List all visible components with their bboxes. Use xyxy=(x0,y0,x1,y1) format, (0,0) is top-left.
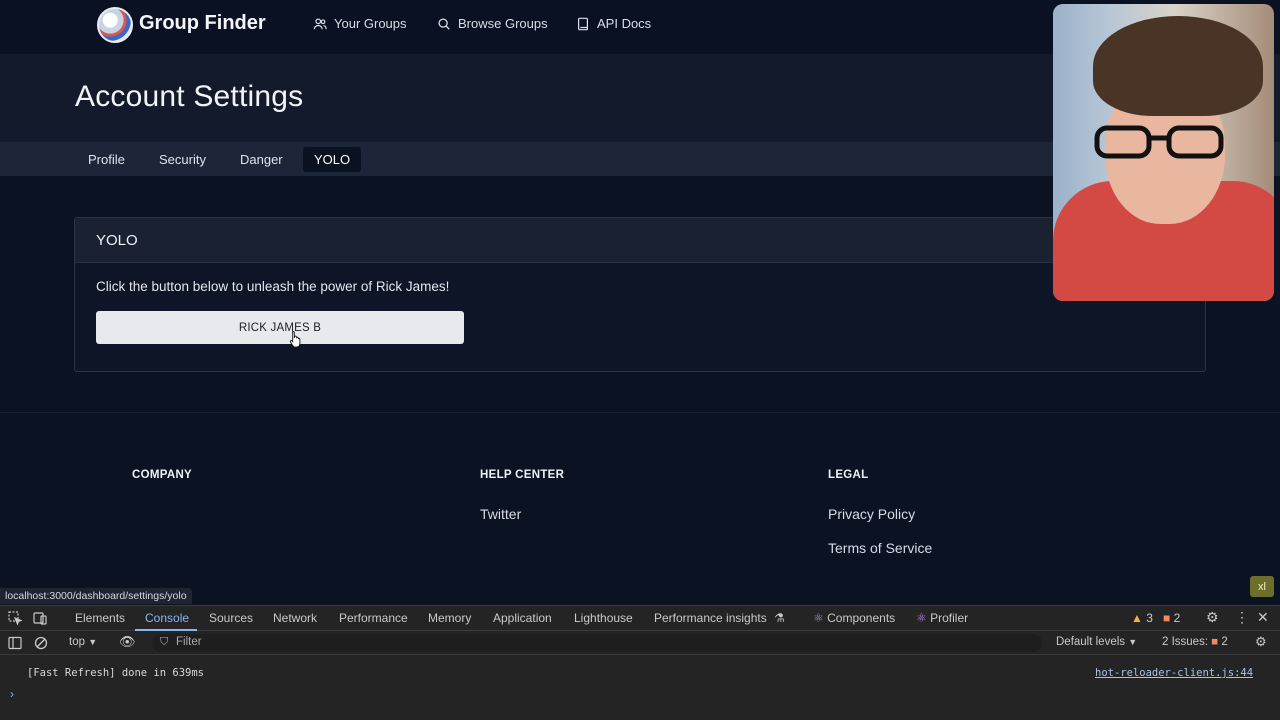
react-icon: ⚛ xyxy=(916,611,927,625)
issue-icon: ■ xyxy=(1211,636,1219,648)
brand-logo[interactable] xyxy=(97,7,133,43)
card-description: Click the button below to unleash the po… xyxy=(96,279,450,294)
flask-icon: ⚗ xyxy=(774,611,785,625)
tab-label: Components xyxy=(827,611,896,625)
hand-cursor-icon xyxy=(289,331,301,348)
devtools-tab-application[interactable]: Application xyxy=(493,611,552,625)
devtools-tab-performance[interactable]: Performance xyxy=(339,611,408,625)
devtools-tab-components[interactable]: ⚛ Components xyxy=(813,611,895,625)
errors-count: 2 xyxy=(1173,611,1181,625)
nav-link-your-groups[interactable]: Your Groups xyxy=(313,16,407,31)
log-levels-select[interactable]: Default levels ▼ xyxy=(1056,636,1137,648)
clear-console-icon[interactable] xyxy=(34,636,48,650)
nav-link-label: Browse Groups xyxy=(458,16,548,31)
console-source-link[interactable]: hot-reloader-client.js:44 xyxy=(1095,667,1253,679)
console-prompt-icon[interactable]: › xyxy=(10,687,14,701)
devtools-tab-sources[interactable]: Sources xyxy=(209,611,253,625)
footer-link-terms-of-service[interactable]: Terms of Service xyxy=(828,540,932,556)
console-toolbar: top ▼ 👁 ⛉ Filter Default levels ▼ 2 Issu… xyxy=(0,631,1280,655)
devtools-tab-performance-insights[interactable]: Performance insights ⚗ xyxy=(654,611,785,625)
issues-count: 2 xyxy=(1221,636,1228,648)
status-bar-url: localhost:3000/dashboard/settings/yolo xyxy=(0,588,192,604)
nav-link-api-docs[interactable]: API Docs xyxy=(576,16,651,31)
devtools-tab-network[interactable]: Network xyxy=(273,611,317,625)
users-icon xyxy=(313,17,327,29)
errors-counter[interactable]: ■ 2 xyxy=(1163,611,1180,625)
tab-security[interactable]: Security xyxy=(148,147,217,172)
warnings-counter[interactable]: ▲ 3 xyxy=(1131,611,1153,625)
console-settings-gear-icon[interactable]: ⚙ xyxy=(1255,634,1267,650)
console-filter-input[interactable]: ⛉ Filter xyxy=(152,634,1042,652)
context-value: top xyxy=(69,636,85,648)
footer-link-privacy-policy[interactable]: Privacy Policy xyxy=(828,506,915,522)
tab-label: Profiler xyxy=(930,611,969,625)
nav-link-browse-groups[interactable]: Browse Groups xyxy=(437,16,548,31)
more-options-icon[interactable]: ⋮ xyxy=(1235,609,1249,626)
close-icon[interactable]: ✕ xyxy=(1257,609,1269,626)
chevron-down-icon: ▼ xyxy=(1128,637,1138,647)
nav-link-label: API Docs xyxy=(597,16,652,31)
breakpoint-badge: xl xyxy=(1250,576,1274,597)
footer-heading-help-center: HELP CENTER xyxy=(480,469,565,481)
sidebar-toggle-icon[interactable] xyxy=(8,636,22,650)
warning-icon: ▲ xyxy=(1131,611,1143,625)
filter-placeholder: Filter xyxy=(176,636,202,648)
react-icon: ⚛ xyxy=(813,611,824,625)
settings-gear-icon[interactable]: ⚙ xyxy=(1206,609,1219,626)
webcam-overlay xyxy=(1053,4,1274,301)
issues-button[interactable]: 2 Issues: ■ 2 xyxy=(1162,636,1228,648)
nav-link-label: Your Groups xyxy=(334,16,407,31)
error-icon: ■ xyxy=(1163,611,1171,625)
tab-danger[interactable]: Danger xyxy=(229,147,294,172)
footer-link-twitter[interactable]: Twitter xyxy=(480,506,521,522)
tab-label: Performance insights xyxy=(654,611,767,625)
footer-heading-legal: LEGAL xyxy=(828,469,869,481)
devtools-tab-profiler[interactable]: ⚛ Profiler xyxy=(916,611,968,625)
tab-yolo[interactable]: YOLO xyxy=(303,147,362,172)
devtools-tab-console[interactable]: Console xyxy=(145,611,189,625)
issues-label: 2 Issues: xyxy=(1162,636,1209,648)
devtools-tab-elements[interactable]: Elements xyxy=(75,611,125,625)
page-title: Account Settings xyxy=(75,80,304,113)
book-icon xyxy=(578,17,588,30)
console-message: [Fast Refresh] done in 639ms xyxy=(27,667,205,679)
rick-james-button[interactable]: RICK JAMES B xyxy=(96,311,464,344)
footer-heading-company: COMPANY xyxy=(132,469,193,481)
device-toolbar-icon[interactable] xyxy=(33,611,47,625)
devtools-tabbar: Elements Console Sources Network Perform… xyxy=(0,606,1280,631)
inspect-element-icon[interactable] xyxy=(8,611,22,625)
footer-divider xyxy=(0,412,1280,413)
warnings-count: 3 xyxy=(1146,611,1153,625)
card-header: YOLO xyxy=(75,218,1205,263)
yolo-card: YOLO Click the button below to unleash t… xyxy=(74,217,1206,372)
levels-value: Default levels xyxy=(1056,636,1126,648)
eye-icon[interactable]: 👁 xyxy=(119,634,136,650)
tab-profile[interactable]: Profile xyxy=(77,147,136,172)
devtools-panel: Elements Console Sources Network Perform… xyxy=(0,605,1280,720)
webcam-hair xyxy=(1093,16,1263,116)
brand-name[interactable]: Group Finder xyxy=(139,12,266,35)
devtools-tab-lighthouse[interactable]: Lighthouse xyxy=(574,611,633,625)
card-title: YOLO xyxy=(96,232,138,249)
search-icon xyxy=(438,17,450,30)
glasses-icon xyxy=(1094,125,1224,159)
chevron-down-icon: ▼ xyxy=(88,637,98,647)
context-select[interactable]: top ▼ xyxy=(69,636,97,648)
filter-icon: ⛉ xyxy=(160,636,169,648)
devtools-tab-memory[interactable]: Memory xyxy=(428,611,471,625)
